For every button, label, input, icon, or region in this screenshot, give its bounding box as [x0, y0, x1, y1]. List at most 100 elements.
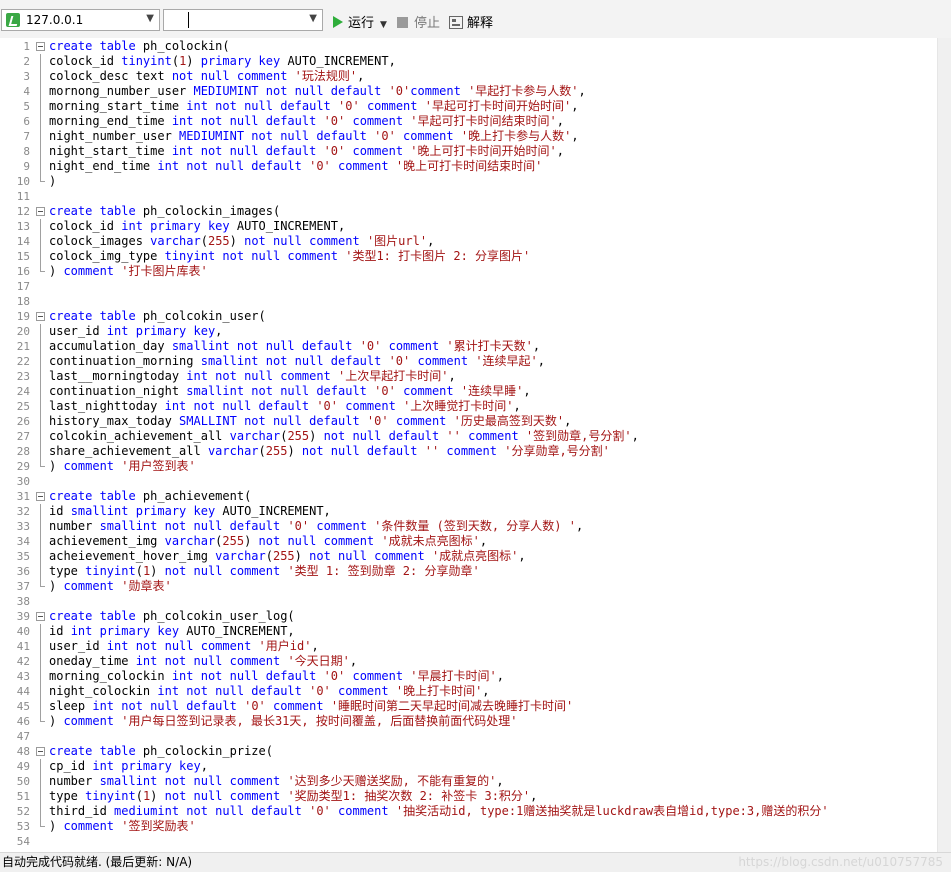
code-line[interactable]: 17	[0, 279, 937, 294]
code-line[interactable]: 7 night_number_user MEDIUMINT not null de…	[0, 129, 937, 144]
code-line[interactable]: 30	[0, 474, 937, 489]
code-line[interactable]: 33 number smallint not null default '0' c…	[0, 519, 937, 534]
sql-keyword: comment	[338, 159, 389, 173]
code-line[interactable]: 25 last_nighttoday int not null default '…	[0, 399, 937, 414]
sql-literal: '历史最高签到天数'	[453, 414, 565, 428]
stop-button[interactable]: 停止	[397, 12, 440, 31]
code-line[interactable]: 20 user_id int primary key,	[0, 324, 937, 339]
code-line[interactable]: 23 last__morningtoday int not null commen…	[0, 369, 937, 384]
code-text: number smallint not null default '0' com…	[49, 519, 583, 534]
code-line[interactable]: 14 colock_images varchar(255) not null co…	[0, 234, 937, 249]
code-line[interactable]: 54	[0, 834, 937, 849]
line-number: 14	[16, 235, 30, 248]
line-number: 11	[16, 190, 30, 203]
run-dropdown-icon[interactable]: ▼	[380, 20, 387, 30]
host-select[interactable]: 127.0.0.1 ▼	[1, 9, 160, 31]
code-line[interactable]: 50 number smallint not null comment '达到多少…	[0, 774, 937, 789]
code-line[interactable]: 11	[0, 189, 937, 204]
sql-token: user_id	[49, 639, 107, 653]
code-line[interactable]: 53) comment '签到奖励表'	[0, 819, 937, 834]
sql-token: user_id	[49, 324, 107, 338]
watermark: https://blog.csdn.net/u010757785	[738, 855, 943, 869]
code-line[interactable]: 47	[0, 729, 937, 744]
code-line[interactable]: 16) comment '打卡图片库表'	[0, 264, 937, 279]
run-button[interactable]: 运行 ▼	[333, 12, 387, 31]
sql-keyword: not null comment	[244, 234, 360, 248]
code-text: colock_id tinyint(1) primary key AUTO_IN…	[49, 54, 396, 69]
code-line[interactable]: 44 night_colockin int not null default '0…	[0, 684, 937, 699]
line-number: 20	[16, 325, 30, 338]
sql-keyword: int primary key	[121, 219, 230, 233]
code-line[interactable]: 32 id smallint primary key AUTO_INCREMENT…	[0, 504, 937, 519]
sql-token: type	[49, 564, 86, 578]
database-select[interactable]: ▼	[163, 9, 323, 31]
sql-token: ,	[448, 369, 456, 383]
fold-collapse-icon[interactable]	[36, 612, 45, 621]
code-line[interactable]: 18	[0, 294, 937, 309]
code-line[interactable]: 5 morning_start_time int not null default…	[0, 99, 937, 114]
code-line[interactable]: 37) comment '勋章表'	[0, 579, 937, 594]
code-line[interactable]: 8 night_start_time int not null default '…	[0, 144, 937, 159]
sql-keyword: comment	[417, 354, 469, 368]
sql-token: ,	[571, 99, 579, 113]
code-line[interactable]: 13 colock_id int primary key AUTO_INCREME…	[0, 219, 937, 234]
code-line[interactable]: 45 sleep int not null default '0' comment…	[0, 699, 937, 714]
sql-keyword: comment	[366, 99, 418, 113]
code-line[interactable]: 1 create table ph_colockin(	[0, 39, 937, 54]
code-line[interactable]: 48 create table ph_colockin_prize(	[0, 744, 937, 759]
code-line[interactable]: 12 create table ph_colockin_images(	[0, 204, 937, 219]
fold-collapse-icon[interactable]	[36, 492, 45, 501]
fold-guide-line	[40, 429, 41, 444]
code-line[interactable]: 39 create table ph_colcokin_user_log(	[0, 609, 937, 624]
explain-button[interactable]: 解释	[449, 12, 493, 31]
code-line[interactable]: 42 oneday_time int not null comment '今天日期…	[0, 654, 937, 669]
fold-collapse-icon[interactable]	[36, 42, 45, 51]
fold-collapse-icon[interactable]	[36, 312, 45, 321]
sql-token: colock_images	[49, 234, 151, 248]
code-line[interactable]: 36 type tinyint(1) not null comment '类型 1…	[0, 564, 937, 579]
sql-literal: '0'	[374, 384, 396, 398]
code-line[interactable]: 43 morning_colockin int not null default …	[0, 669, 937, 684]
code-line[interactable]: 2 colock_id tinyint(1) primary key AUTO_I…	[0, 54, 937, 69]
code-line[interactable]: 27 colcokin_achievement_all varchar(255) …	[0, 429, 937, 444]
code-line[interactable]: 29) comment '用户签到表'	[0, 459, 937, 474]
code-line[interactable]: 46) comment '用户每日签到记录表, 最长31天, 按时间覆盖, 后面…	[0, 714, 937, 729]
code-line[interactable]: 21 accumulation_day smallint not null def…	[0, 339, 937, 354]
code-line[interactable]: 9 night_end_time int not null default '0'…	[0, 159, 937, 174]
sql-literal: 255	[222, 534, 245, 548]
sql-literal: '类型1: 打卡图片 2: 分享图片'	[345, 249, 531, 263]
code-line[interactable]: 3 colock_desc text not null comment '玩法规则…	[0, 69, 937, 84]
code-line[interactable]: 34 achievement_img varchar(255) not null …	[0, 534, 937, 549]
code-line[interactable]: 6 morning_end_time int not null default '…	[0, 114, 937, 129]
fold-guide-line	[40, 819, 45, 827]
code-line[interactable]: 10)	[0, 174, 937, 189]
code-line[interactable]: 26 history_max_today SMALLINT not null de…	[0, 414, 937, 429]
line-number: 19	[16, 310, 30, 323]
code-line[interactable]: 28 share_achievement_all varchar(255) not…	[0, 444, 937, 459]
code-line[interactable]: 52 third_id mediumint not null default '0…	[0, 804, 937, 819]
sql-token: ,	[200, 759, 208, 773]
code-line[interactable]: 38	[0, 594, 937, 609]
sql-editor[interactable]: 1 create table ph_colockin(2 colock_id tin…	[0, 38, 937, 853]
code-text: sleep int not null default '0' comment '…	[49, 699, 573, 714]
sql-token: ,	[496, 669, 504, 683]
code-line[interactable]: 15 colock_img_type tinyint not null comme…	[0, 249, 937, 264]
fold-collapse-icon[interactable]	[36, 747, 45, 756]
code-line[interactable]: 51 type tinyint(1) not null comment '奖励类型…	[0, 789, 937, 804]
code-line[interactable]: 35 acheievement_hover_img varchar(255) no…	[0, 549, 937, 564]
code-line[interactable]: 22 continuation_morning smallint not null…	[0, 354, 937, 369]
code-line[interactable]: 4 mornong_number_user MEDIUMINT not null …	[0, 84, 937, 99]
vertical-scrollbar[interactable]	[937, 38, 951, 852]
code-line[interactable]: 24 continuation_night smallint not null d…	[0, 384, 937, 399]
code-line[interactable]: 49 cp_id int primary key,	[0, 759, 937, 774]
code-line[interactable]: 19 create table ph_colcokin_user(	[0, 309, 937, 324]
fold-collapse-icon[interactable]	[36, 207, 45, 216]
code-line[interactable]: 41 user_id int not null comment '用户id',	[0, 639, 937, 654]
code-line[interactable]: 40 id int primary key AUTO_INCREMENT,	[0, 624, 937, 639]
code-line[interactable]: 31 create table ph_achievement(	[0, 489, 937, 504]
